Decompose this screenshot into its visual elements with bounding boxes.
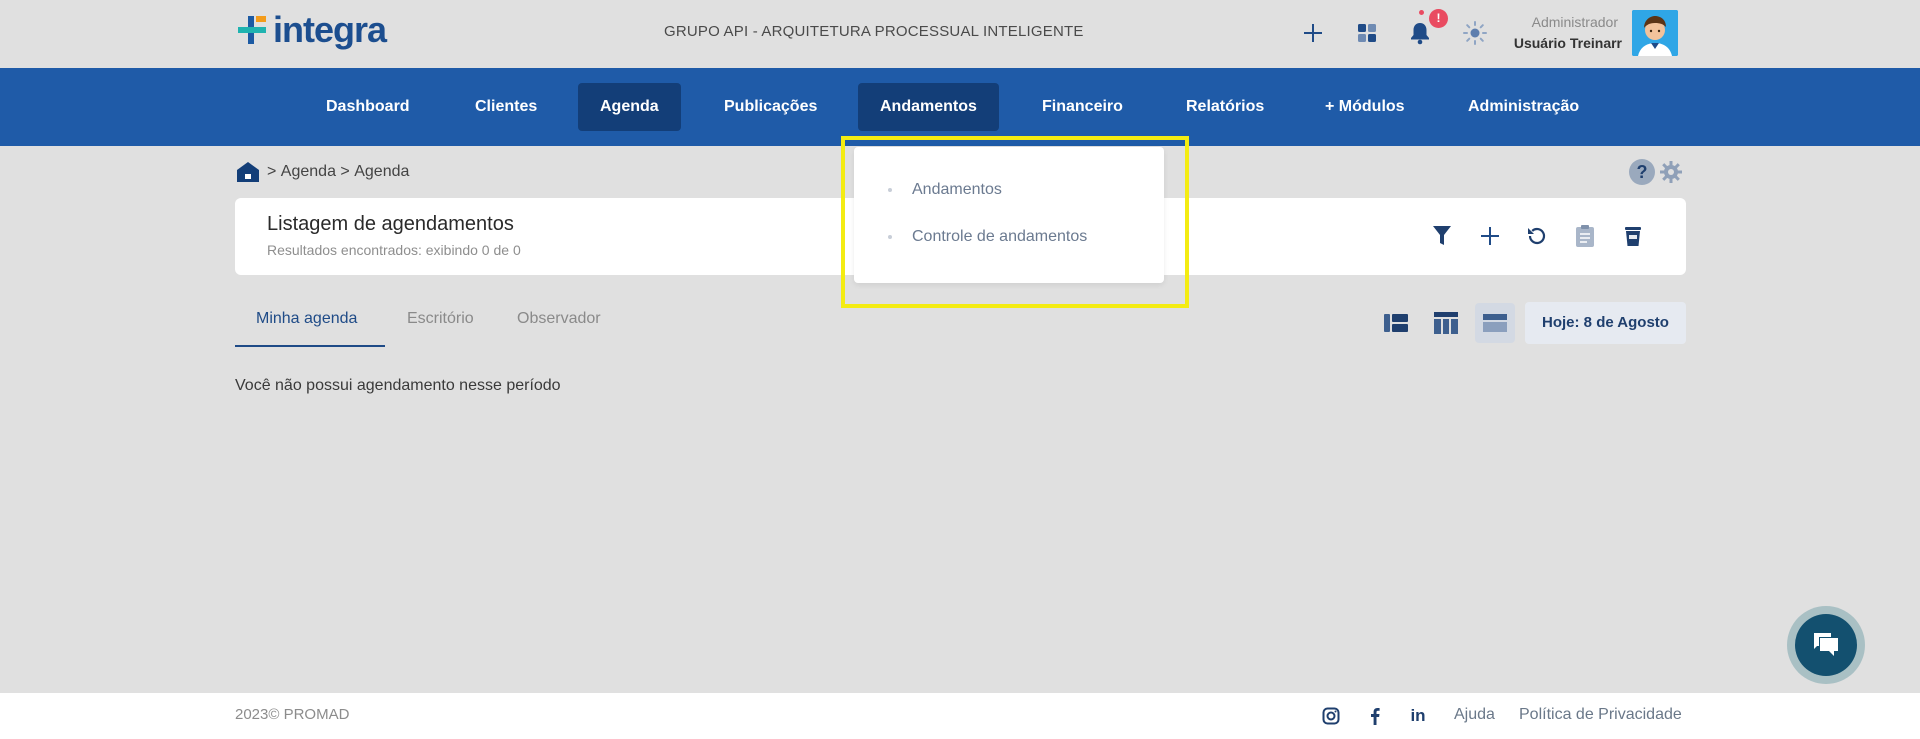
results-count: Resultados encontrados: exibindo 0 de 0 — [267, 242, 521, 258]
nav-dashboard[interactable]: Dashboard — [304, 83, 432, 131]
privacy-policy-link[interactable]: Política de Privacidade — [1519, 706, 1682, 724]
day-view-icon[interactable] — [1475, 303, 1515, 343]
nav-modulos[interactable]: + Módulos — [1303, 83, 1427, 131]
breadcrumb-separator: > — [340, 163, 350, 180]
nav-agenda[interactable]: Agenda — [578, 83, 681, 131]
instagram-icon[interactable] — [1320, 705, 1342, 727]
breadcrumb-item-agenda[interactable]: Agenda — [281, 163, 336, 181]
trash-icon[interactable] — [1617, 220, 1649, 252]
avatar[interactable] — [1632, 10, 1678, 56]
help-icon[interactable]: ? — [1629, 159, 1655, 185]
logo-mark-icon — [237, 13, 271, 47]
gear-icon[interactable] — [1659, 160, 1683, 184]
breadcrumb-separator: > — [267, 163, 277, 180]
tab-escritorio[interactable]: Escritório — [407, 310, 474, 328]
main-navbar: Dashboard Clientes Agenda Publicações An… — [0, 68, 1920, 146]
facebook-icon[interactable] — [1364, 705, 1386, 727]
nav-clientes[interactable]: Clientes — [453, 83, 559, 131]
apps-grid-icon[interactable] — [1352, 18, 1382, 48]
nav-relatorios[interactable]: Relatórios — [1164, 83, 1286, 131]
breadcrumb-item-current: Agenda — [354, 163, 410, 180]
page-title: Listagem de agendamentos — [267, 213, 514, 235]
linkedin-icon[interactable]: in — [1407, 705, 1429, 727]
nav-administracao[interactable]: Administração — [1446, 83, 1601, 131]
tab-minha-agenda[interactable]: Minha agenda — [256, 310, 357, 328]
nav-andamentos[interactable]: Andamentos — [858, 83, 999, 131]
breadcrumb: > Agenda > Agenda — [235, 160, 409, 184]
tab-observador[interactable]: Observador — [517, 310, 601, 328]
plus-icon[interactable] — [1298, 18, 1328, 48]
today-button[interactable]: Hoje: 8 de Agosto — [1525, 302, 1686, 344]
help-link[interactable]: Ajuda — [1454, 706, 1495, 724]
chat-icon — [1795, 614, 1857, 676]
columns-view-icon[interactable] — [1426, 303, 1466, 343]
nav-financeiro[interactable]: Financeiro — [1020, 83, 1145, 131]
list-view-icon[interactable] — [1376, 303, 1416, 343]
active-tab-indicator — [235, 345, 385, 347]
chat-button[interactable] — [1787, 606, 1865, 684]
refresh-icon[interactable] — [1521, 220, 1553, 252]
highlight-box — [841, 136, 1189, 308]
company-name: GRUPO API - ARQUITETURA PROCESSUAL INTEL… — [664, 23, 1084, 40]
copyright: 2023© PROMAD — [235, 706, 350, 723]
user-name[interactable]: Usuário Treinarr — [1422, 35, 1622, 51]
filter-icon[interactable] — [1426, 220, 1458, 252]
clipboard-icon[interactable] — [1569, 220, 1601, 252]
add-icon[interactable] — [1474, 220, 1506, 252]
user-role: Administrador — [1531, 14, 1618, 30]
logo-text: integra — [273, 9, 387, 50]
footer: 2023© PROMAD in Ajuda Política de Privac… — [0, 693, 1920, 739]
empty-state-message: Você não possui agendamento nesse períod… — [235, 377, 561, 394]
integra-logo[interactable]: integra — [237, 9, 387, 50]
nav-publicacoes[interactable]: Publicações — [702, 83, 839, 131]
home-icon[interactable] — [235, 160, 261, 184]
top-header: integra GRUPO API - ARQUITETURA PROCESSU… — [0, 0, 1920, 68]
